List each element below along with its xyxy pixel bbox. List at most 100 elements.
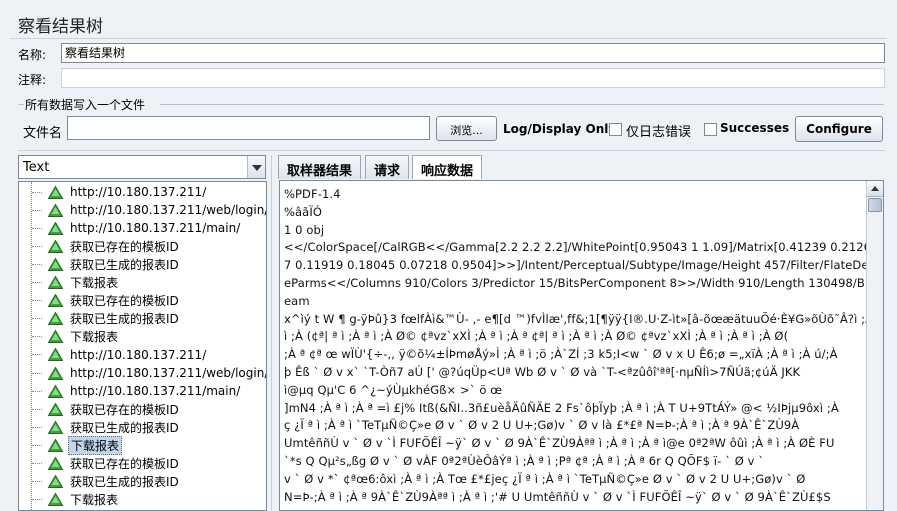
success-triangle-icon (48, 185, 63, 199)
tree-item-label: 获取已存在的模板ID (70, 294, 179, 309)
scroll-up-icon[interactable] (867, 181, 883, 197)
name-field[interactable]: 察看结果树 (61, 43, 885, 63)
tree-item-label: http://10.180.137.211/main/ (70, 221, 241, 236)
tree-item-label: http://10.180.137.211/main/ (70, 384, 241, 399)
success-triangle-icon (48, 475, 63, 489)
response-line: 1 0 obj (284, 222, 325, 237)
tree-item[interactable]: 下载报表 (19, 491, 120, 509)
tree-item-label: http://10.180.137.211/web/login/login (70, 366, 267, 380)
tree-item[interactable]: http://10.180.137.211/ (19, 183, 208, 201)
log-display-label: Log/Display Only: (503, 122, 621, 136)
tree-item[interactable]: http://10.180.137.211/main/ (19, 219, 242, 237)
tree-item[interactable]: 下载报表 (19, 328, 120, 346)
file-group-border-top (160, 104, 884, 105)
name-label: 名称: (18, 48, 47, 62)
tab-1[interactable]: 请求 (365, 155, 410, 179)
window-title: 察看结果树 (18, 17, 103, 37)
success-triangle-icon (48, 438, 63, 452)
tree-item[interactable]: 获取已存在的模板ID (19, 400, 181, 418)
comment-field[interactable] (61, 68, 885, 88)
success-triangle-icon (48, 203, 63, 217)
tree-item[interactable]: 获取已生成的报表ID (19, 255, 181, 273)
response-line: 7 0.11919 0.18045 0.07218 0.9504]>>]/Int… (284, 258, 884, 273)
successes-checkbox[interactable] (704, 123, 717, 136)
tree-item-label: 下载报表 (70, 276, 119, 290)
tree-item-label: http://10.180.137.211/ (70, 185, 207, 199)
success-triangle-icon (48, 257, 63, 271)
tree-item[interactable]: 获取已存在的模板ID (19, 237, 181, 255)
tree-branch-line (32, 300, 42, 302)
success-triangle-icon (48, 402, 63, 416)
tree-item[interactable]: 获取已生成的报表ID (19, 473, 181, 491)
success-triangle-icon (48, 221, 63, 235)
tree-branch-line (32, 209, 42, 211)
success-triangle-icon (48, 239, 63, 253)
success-triangle-icon (48, 276, 63, 289)
response-data-panel[interactable]: N=Þ-;À ª ì ;À ª 9À`Ê`ZÙ9Àªª ì ;À ª ì ;'#… (279, 180, 884, 511)
success-triangle-icon (48, 493, 63, 507)
errors-label: 仅日志错误 (626, 125, 692, 140)
response-line: %PDF-1.4 (284, 187, 341, 201)
response-line: ì@µq Qµ'C 6 ^¿~ýÙµkhéGß× >` ö œ (284, 382, 503, 397)
response-line: <</ColorSpace[/CalRGB<</Gamma[2.2 2.2 2.… (284, 240, 884, 255)
tree-item-label: 获取已存在的模板ID (70, 402, 179, 417)
tree-branch-line (32, 408, 42, 410)
comment-label: 注释: (18, 73, 47, 87)
tab-0[interactable]: 取样器结果 (278, 155, 362, 179)
tree-item[interactable]: 获取已生成的报表ID (19, 418, 181, 436)
tree-branch-line (32, 426, 42, 428)
split-pane-divider[interactable] (271, 155, 275, 511)
tree-item[interactable]: http://10.180.137.211/web/login/login (19, 364, 267, 382)
tree-item-label: 获取已生成的报表ID (70, 420, 179, 435)
browse-button[interactable]: 浏览... (436, 116, 497, 141)
tree-item[interactable]: 下载报表 (19, 274, 120, 292)
section-separator (18, 150, 885, 151)
tree-item-label: 下载报表 (70, 493, 119, 508)
tree-branch-line (32, 227, 42, 229)
errors-checkbox[interactable] (609, 123, 622, 136)
tree-branch-line (32, 372, 42, 374)
tree-item[interactable]: http://10.180.137.211/ (19, 346, 208, 364)
chevron-down-icon[interactable] (247, 156, 265, 178)
tree-branch-line (32, 263, 42, 265)
tree-item[interactable]: 获取已生成的报表ID (19, 310, 181, 328)
successes-label: Successes (720, 121, 790, 135)
tree-branch-line (32, 245, 42, 247)
response-line: ç ¿Ï ª ì ;À ª ì `TeTµÑ©Ç»e Ø v ` Ø v 2 U… (284, 418, 800, 433)
response-line: ì ;À (¢ª| ª ì ;À ª ì ;À Ø© ¢ªvz`xXÌ ;À ª… (284, 329, 789, 344)
tree-item[interactable]: 获取已存在的模板ID (19, 455, 181, 473)
tree-item-label: 获取已生成的报表ID (70, 257, 179, 272)
tree-item-label: 获取已生成的报表ID (70, 312, 179, 327)
tree-branch-line (32, 463, 42, 464)
tree-item[interactable]: http://10.180.137.211/web/login/login (19, 201, 266, 219)
title-separator (10, 38, 887, 39)
tree-branch-line (32, 354, 42, 356)
tree-item[interactable]: http://10.180.137.211/main/ (19, 382, 242, 400)
tree-item-label: 获取已存在的模板ID (70, 457, 179, 471)
configure-button[interactable]: Configure (795, 116, 883, 142)
success-triangle-icon (48, 330, 63, 344)
success-triangle-icon (48, 366, 63, 380)
tree-branch-line (32, 390, 42, 392)
response-line: UmtêññÙ v ` Ø v `Ì FUFÕÊÎ ~ÿ` Ø v ` Ø 9À… (284, 436, 835, 451)
response-line: ;À ª ¢ª œ wÏÙ'{÷-,, ÿ©õ¼±ÍÞmøÅý»Ì ;À ª ì… (284, 347, 838, 362)
tree-branch-line (32, 481, 42, 483)
tree-item-label: 下载报表 (70, 330, 119, 345)
results-tree[interactable]: http://10.180.137.211/http://10.180.137.… (18, 181, 267, 511)
tree-branch-line (32, 191, 42, 193)
response-line: þ Êß ` Ø v x` `T-Òñ7 aÚ [' @?úqÜp<Uª Wb … (284, 365, 801, 379)
tree-item[interactable]: 下载报表 (19, 435, 123, 455)
response-line: `*s Q Qµ²s„ßg Ø v ` Ø vÀF 0ª2ªÙèÔâÝª ì ;… (284, 454, 765, 468)
vertical-scrollbar[interactable] (866, 181, 883, 510)
success-triangle-icon (48, 384, 63, 398)
tree-item-label: 下载报表 (68, 435, 123, 455)
tree-branch-line (32, 336, 42, 338)
renderer-select[interactable]: Text (18, 155, 266, 179)
scrollbar-thumb[interactable] (868, 198, 882, 212)
tab-2[interactable]: 响应数据 (412, 155, 483, 179)
success-triangle-icon (48, 457, 63, 470)
filename-input[interactable] (67, 116, 430, 140)
success-triangle-icon (48, 348, 63, 362)
tree-item-label: 获取已存在的模板ID (70, 239, 179, 254)
tree-item[interactable]: 获取已存在的模板ID (19, 292, 181, 310)
